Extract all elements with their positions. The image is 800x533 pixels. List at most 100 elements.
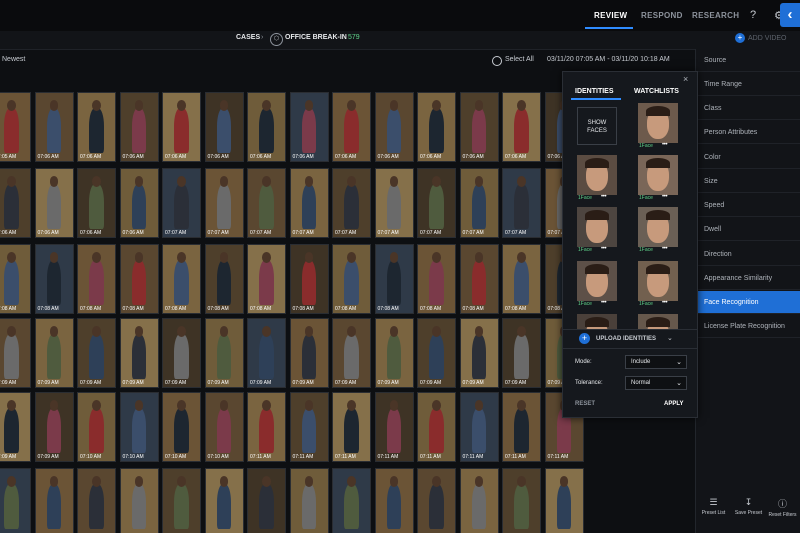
result-thumbnail[interactable] (0, 468, 31, 533)
result-thumbnail[interactable]: 07:09 AM (0, 318, 31, 388)
result-thumbnail[interactable]: 07:09 AM (34, 318, 74, 388)
result-thumbnail[interactable]: 07:07 AM (502, 168, 541, 238)
result-thumbnail[interactable]: 07:08 AM (502, 244, 541, 314)
reset-filters-button[interactable]: ⓘ Reset Filters (765, 491, 800, 533)
filter-class[interactable]: Class (696, 97, 800, 120)
nav-respond[interactable]: RESPOND (641, 11, 683, 20)
tab-identities[interactable]: IDENTITIES (575, 88, 614, 95)
add-video-button[interactable]: + ADD VIDEO (735, 33, 787, 43)
filter-dwell[interactable]: Dwell (696, 218, 800, 241)
result-thumbnail[interactable]: 07:11 AM (459, 392, 499, 462)
result-thumbnail[interactable]: 07:06 AM (77, 92, 116, 162)
result-thumbnail[interactable]: 07:06 AM (247, 92, 286, 162)
result-thumbnail[interactable]: 07:06 AM (459, 92, 499, 162)
more-options-icon[interactable]: • • • (601, 246, 607, 252)
result-thumbnail[interactable]: 07:06 AM (77, 168, 116, 238)
close-icon[interactable]: × (683, 74, 688, 84)
result-thumbnail[interactable]: 07:08 AM (34, 244, 74, 314)
more-options-icon[interactable]: • • • (662, 194, 668, 200)
result-thumbnail[interactable]: 07:09 AM (162, 318, 201, 388)
result-thumbnail[interactable]: 07:11 AM (247, 392, 286, 462)
result-thumbnail[interactable]: 07:08 AM (289, 244, 329, 314)
mode-select[interactable]: Include ⌄ (625, 355, 687, 369)
identity-face-card[interactable]: 1Face• • • (577, 261, 617, 309)
result-thumbnail[interactable]: 07:08 AM (0, 244, 31, 314)
filter-color[interactable]: Color (696, 146, 800, 169)
save-preset-button[interactable]: ↧ Save Preset (731, 491, 766, 533)
result-thumbnail[interactable]: 07:06 AM (0, 168, 31, 238)
result-thumbnail[interactable]: 07:07 AM (247, 168, 286, 238)
result-thumbnail[interactable]: 07:09 AM (204, 318, 244, 388)
result-thumbnail[interactable]: 07:06 AM (162, 92, 201, 162)
identity-face-card[interactable]: 1Face• • • (577, 207, 617, 255)
result-thumbnail[interactable]: 07:07 AM (289, 168, 329, 238)
result-thumbnail[interactable]: 07:06 AM (119, 168, 159, 238)
result-thumbnail[interactable]: 07:08 AM (417, 244, 456, 314)
result-thumbnail[interactable]: 07:06 AM (289, 92, 329, 162)
result-thumbnail[interactable]: 07:08 AM (332, 244, 371, 314)
identity-face-card[interactable]: 1Face• • • (638, 207, 678, 255)
result-thumbnail[interactable]: 07:09 AM (374, 318, 414, 388)
filter-speed[interactable]: Speed (696, 194, 800, 217)
result-thumbnail[interactable]: 07:06 AM (204, 92, 244, 162)
identity-face-card[interactable]: 1Face• • • (577, 314, 617, 329)
result-thumbnail[interactable]: 07:07 AM (332, 168, 371, 238)
result-thumbnail[interactable]: 07:08 AM (77, 244, 116, 314)
more-options-icon[interactable]: • • • (601, 194, 607, 200)
reset-button[interactable]: RESET (575, 401, 595, 407)
result-thumbnail[interactable]: 07:05 AM (0, 92, 31, 162)
filter-size[interactable]: Size (696, 170, 800, 193)
result-thumbnail[interactable]: 07:07 AM (204, 168, 244, 238)
result-thumbnail[interactable] (544, 468, 584, 533)
result-thumbnail[interactable]: 07:09 AM (0, 392, 31, 462)
filter-face-recognition[interactable]: Face Recognition (696, 291, 800, 314)
result-thumbnail[interactable] (119, 468, 159, 533)
identity-face-card[interactable]: 1Face• • • (638, 155, 678, 203)
breadcrumb-cases[interactable]: CASES (236, 34, 260, 41)
apply-button[interactable]: APPLY (664, 401, 683, 407)
result-thumbnail[interactable]: 07:10 AM (77, 392, 116, 462)
result-thumbnail[interactable]: 07:09 AM (289, 318, 329, 388)
filter-person-attributes[interactable]: Person Attributes (696, 121, 800, 144)
result-thumbnail[interactable]: 07:06 AM (332, 92, 371, 162)
result-thumbnail[interactable]: 07:09 AM (34, 392, 74, 462)
result-thumbnail[interactable]: 07:08 AM (247, 244, 286, 314)
sort-dropdown[interactable]: Newest (2, 56, 25, 63)
more-options-icon[interactable]: • • • (662, 142, 668, 148)
result-thumbnail[interactable]: 07:07 AM (162, 168, 201, 238)
result-thumbnail[interactable]: 07:06 AM (34, 168, 74, 238)
result-thumbnail[interactable]: 07:08 AM (204, 244, 244, 314)
result-thumbnail[interactable] (289, 468, 329, 533)
filter-source[interactable]: Source (696, 49, 800, 72)
result-thumbnail[interactable]: 07:09 AM (502, 318, 541, 388)
result-thumbnail[interactable]: 07:11 AM (289, 392, 329, 462)
result-thumbnail[interactable]: 07:10 AM (162, 392, 201, 462)
nav-research[interactable]: RESEARCH (692, 11, 739, 20)
help-icon[interactable]: ? (750, 9, 756, 21)
result-thumbnail[interactable]: 07:09 AM (247, 318, 286, 388)
result-thumbnail[interactable]: 07:08 AM (162, 244, 201, 314)
result-thumbnail[interactable]: 07:06 AM (34, 92, 74, 162)
upload-identities-button[interactable]: + UPLOAD IDENTITIES ⌄ (563, 329, 697, 349)
identity-face-card[interactable]: 1Face• • • (638, 314, 678, 329)
tolerance-select[interactable]: Normal ⌄ (625, 376, 687, 390)
result-thumbnail[interactable]: 07:06 AM (374, 92, 414, 162)
result-thumbnail[interactable]: 07:06 AM (119, 92, 159, 162)
result-thumbnail[interactable]: 07:09 AM (119, 318, 159, 388)
result-thumbnail[interactable]: 07:07 AM (374, 168, 414, 238)
result-thumbnail[interactable] (247, 468, 286, 533)
result-thumbnail[interactable] (162, 468, 201, 533)
result-thumbnail[interactable]: 07:09 AM (417, 318, 456, 388)
select-all-radio[interactable] (492, 56, 502, 66)
identity-face-card[interactable]: 1Face• • • (638, 103, 678, 151)
more-options-icon[interactable]: • • • (662, 246, 668, 252)
identity-face-card[interactable]: 1Face• • • (638, 261, 678, 309)
breadcrumb-case-name[interactable]: OFFICE BREAK-IN (285, 34, 347, 41)
filter-time-range[interactable]: Time Range (696, 73, 800, 96)
identity-face-card[interactable]: 1Face• • • (577, 155, 617, 203)
select-all-label[interactable]: Select All (505, 56, 534, 63)
filter-appearance-similarity[interactable]: Appearance Similarity (696, 267, 800, 290)
result-thumbnail[interactable]: 07:11 AM (502, 392, 541, 462)
result-thumbnail[interactable]: 07:08 AM (374, 244, 414, 314)
result-thumbnail[interactable]: 07:08 AM (459, 244, 499, 314)
